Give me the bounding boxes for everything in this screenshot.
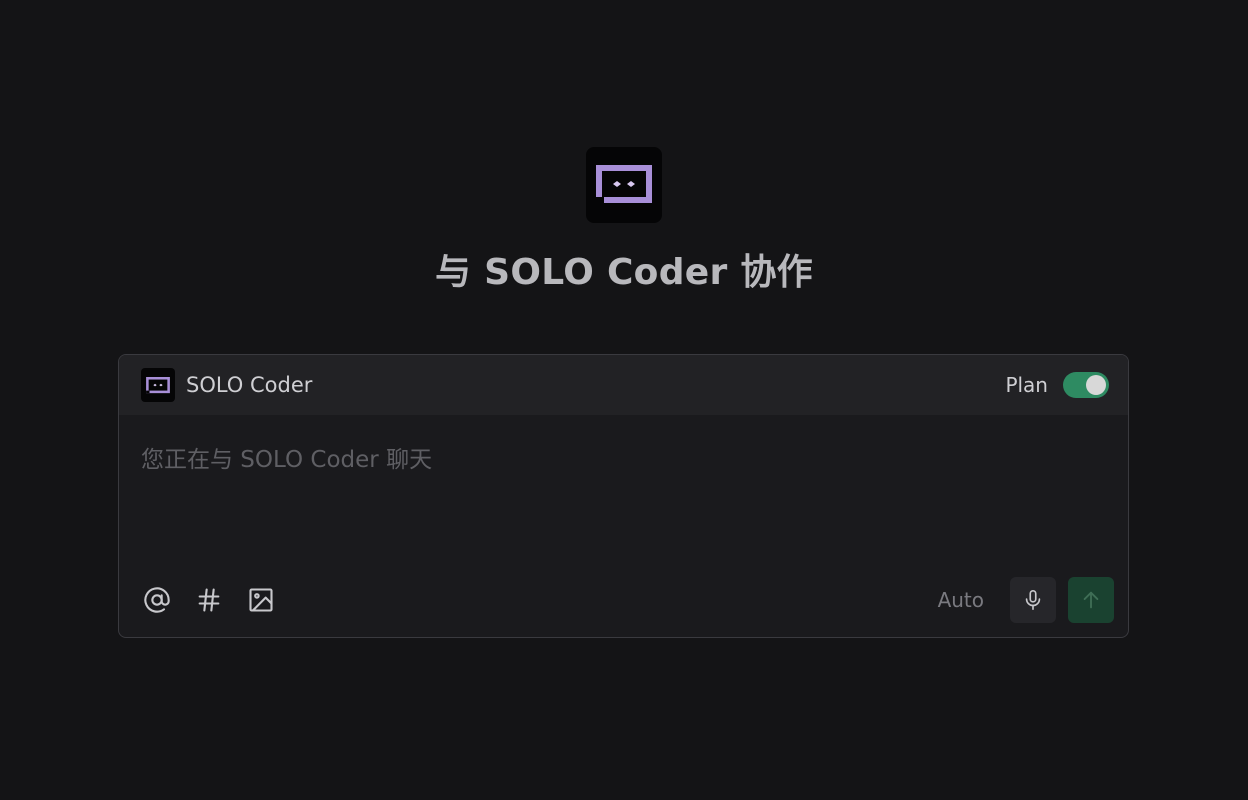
plan-mode-control: Plan <box>1005 372 1109 398</box>
at-icon[interactable] <box>141 584 173 616</box>
microphone-button[interactable] <box>1010 577 1056 623</box>
chat-card: SOLO Coder Plan 您正在与 SOLO Coder 聊天 Auto <box>118 354 1129 638</box>
page-title: 与 SOLO Coder 协作 <box>435 252 813 293</box>
image-icon[interactable] <box>245 584 277 616</box>
mode-selector[interactable]: Auto <box>938 588 984 612</box>
send-controls: Auto <box>938 577 1114 623</box>
chat-input-area <box>119 415 1128 565</box>
solo-coder-start-screen: 与 SOLO Coder 协作 SOLO Coder Plan 您正在与 SOL… <box>0 0 1248 800</box>
chat-card-header: SOLO Coder Plan <box>119 355 1128 415</box>
solo-bot-icon <box>141 368 175 402</box>
toggle-knob <box>1086 375 1106 395</box>
agent-selector[interactable]: SOLO Coder <box>141 368 312 402</box>
solo-bot-icon <box>586 147 662 223</box>
arrow-up-icon <box>1083 591 1099 609</box>
plan-label: Plan <box>1005 373 1048 397</box>
chat-input[interactable] <box>141 447 1106 473</box>
agent-name: SOLO Coder <box>186 373 313 397</box>
microphone-icon <box>1025 590 1041 610</box>
input-tools <box>141 584 277 616</box>
hash-icon[interactable] <box>193 584 225 616</box>
plan-toggle[interactable] <box>1063 372 1109 398</box>
send-button[interactable] <box>1068 577 1114 623</box>
chat-toolbar: Auto <box>119 577 1128 623</box>
